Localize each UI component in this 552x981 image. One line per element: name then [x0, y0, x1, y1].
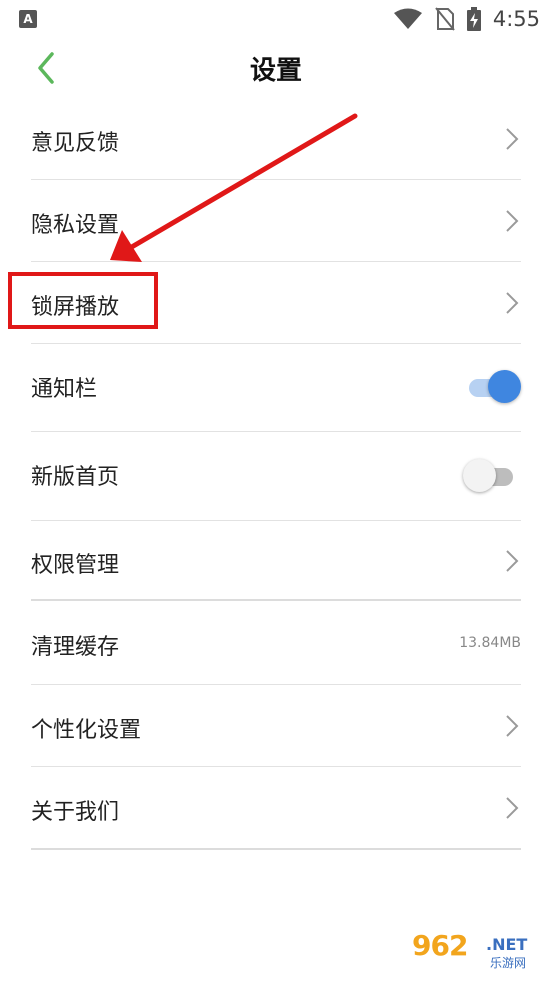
status-time: 4:55	[492, 7, 540, 31]
no-sim-icon	[435, 7, 455, 31]
settings-item-label: 权限管理	[31, 553, 120, 578]
annotation-arrow	[110, 113, 358, 262]
settings-item-personalization[interactable]: 个性化设置	[31, 685, 521, 767]
watermark: 962 .NET 乐游网	[412, 929, 544, 973]
watermark-logo: 962	[412, 929, 468, 962]
settings-item-label: 通知栏	[31, 377, 98, 402]
settings-item-label: 新版首页	[31, 465, 120, 490]
settings-item-notification-bar[interactable]: 通知栏	[31, 344, 521, 432]
status-icons: 4:55	[393, 6, 540, 32]
toggle-knob	[488, 370, 521, 403]
chevron-right-icon	[506, 210, 519, 232]
battery-charging-icon	[466, 7, 481, 31]
new-homepage-toggle[interactable]	[463, 459, 515, 493]
settings-item-new-homepage[interactable]: 新版首页	[31, 432, 521, 521]
settings-item-clear-cache[interactable]: 清理缓存 13.84MB	[31, 601, 521, 685]
wifi-icon	[393, 8, 422, 29]
notification-bar-toggle[interactable]	[469, 370, 521, 404]
toggle-knob	[463, 459, 496, 492]
app-notification-icon: A	[19, 10, 37, 28]
chevron-right-icon	[506, 797, 519, 819]
watermark-suffix: .NET	[486, 935, 528, 954]
cache-size-value: 13.84MB	[459, 635, 521, 651]
settings-item-label: 清理缓存	[31, 635, 120, 660]
settings-item-about[interactable]: 关于我们	[31, 767, 521, 850]
watermark-subtitle: 乐游网	[490, 956, 527, 970]
status-bar: A 4:55	[0, 0, 552, 38]
page-title: 设置	[249, 56, 302, 86]
chevron-right-icon	[506, 715, 519, 737]
chevron-right-icon	[506, 550, 519, 572]
title-bar: 设置	[0, 38, 552, 98]
settings-item-label: 关于我们	[31, 800, 120, 825]
settings-item-label: 个性化设置	[31, 718, 142, 743]
chevron-right-icon	[506, 128, 519, 150]
chevron-right-icon	[506, 292, 519, 314]
annotation-highlight-box	[8, 272, 158, 329]
settings-item-permissions[interactable]: 权限管理	[31, 521, 521, 601]
